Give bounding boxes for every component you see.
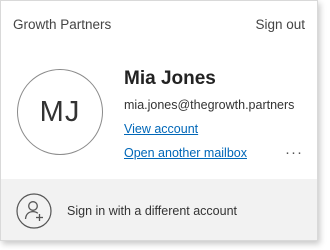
account-email: mia.jones@thegrowth.partners xyxy=(124,98,295,112)
avatar: MJ xyxy=(17,69,103,155)
view-account-link[interactable]: View account xyxy=(124,122,198,136)
add-person-icon xyxy=(16,193,52,229)
sign-out-link[interactable]: Sign out xyxy=(255,17,305,32)
account-manager-panel: Growth Partners Sign out MJ Mia Jones mi… xyxy=(0,0,318,241)
more-options-button[interactable]: ··· xyxy=(285,144,303,161)
open-another-mailbox-link[interactable]: Open another mailbox xyxy=(124,146,247,160)
switch-account-label: Sign in with a different account xyxy=(67,204,238,218)
avatar-initials: MJ xyxy=(39,95,81,128)
organization-name: Growth Partners xyxy=(13,17,112,32)
account-name: Mia Jones xyxy=(124,68,216,89)
switch-account-button[interactable]: Sign in with a different account xyxy=(1,179,317,240)
